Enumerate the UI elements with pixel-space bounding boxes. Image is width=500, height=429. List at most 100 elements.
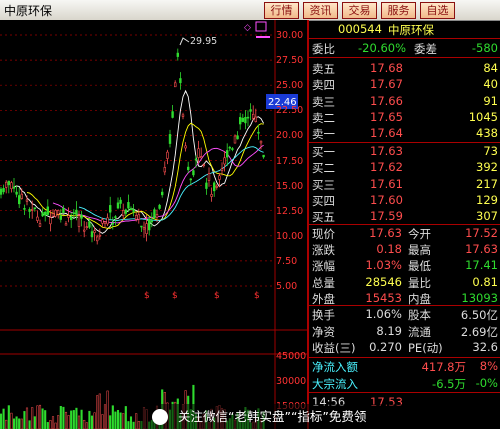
buy-level-label: 买二	[312, 161, 335, 176]
volume-bar	[15, 416, 18, 429]
buy-level-label: 买四	[312, 193, 335, 208]
candle-body	[189, 178, 192, 181]
buy-row: 买五 17.59 307	[310, 208, 500, 224]
sell-price: 17.66	[370, 93, 403, 108]
sell-volume: 1045	[468, 109, 498, 124]
candle-body	[98, 234, 102, 237]
stat-label: 最低	[408, 259, 431, 274]
tab-hangqing[interactable]: 行情	[264, 2, 299, 19]
fin-label: PE(动)	[408, 341, 443, 355]
ex-right-marker: $	[172, 291, 178, 301]
kline-chart[interactable]: $ $ $ $ 29.95 22.46 ◇	[0, 20, 307, 429]
weibi-label: 委比	[312, 42, 335, 56]
tab-fuwu[interactable]: 服务	[381, 2, 416, 19]
divider	[309, 38, 500, 39]
sell-volume: 84	[483, 61, 498, 75]
candle-body	[111, 222, 115, 225]
volume-bar	[101, 414, 104, 429]
volume-bar	[77, 415, 81, 429]
sell-price: 17.68	[370, 61, 403, 75]
candle-body	[109, 205, 112, 213]
weibi-value: -20.60%	[358, 41, 406, 55]
tab-zixuan[interactable]: 自选	[420, 2, 455, 19]
stat-label: 总量	[312, 275, 335, 290]
price-tick: 15.00	[276, 180, 304, 192]
volume-bar	[2, 408, 5, 429]
candle-body	[116, 202, 120, 209]
sell-price: 17.67	[370, 77, 403, 92]
candle-body	[207, 173, 211, 181]
volume-bar	[129, 416, 133, 429]
fin-value: 8.19	[376, 323, 402, 338]
tab-jiaoyi[interactable]: 交易	[342, 2, 377, 19]
stock-code: 000544	[338, 22, 382, 36]
volume-bar	[122, 413, 125, 429]
candle-body	[231, 148, 234, 150]
candle-body	[220, 168, 224, 171]
candle-body	[67, 215, 70, 218]
candle-body	[25, 199, 29, 202]
buy-volume: 217	[476, 176, 498, 191]
fin-row: 换手 1.06% 股本 6.50亿	[310, 306, 500, 322]
wechat-logo-icon	[152, 409, 168, 425]
volume-tick: 30000	[276, 376, 307, 387]
candle-body	[62, 208, 65, 214]
sell-price: 17.65	[370, 109, 403, 124]
candle-body	[72, 212, 76, 215]
candle-body	[132, 209, 135, 212]
candle-body	[192, 170, 195, 176]
candle-body	[70, 216, 73, 221]
flow-pct: -0%	[475, 375, 498, 390]
watermark-text: 关注微信“老韩实盘”“指标”免费领	[178, 409, 367, 424]
ex-right-marker: $	[254, 291, 260, 301]
sell-row: 卖五 17.68 84	[310, 60, 500, 76]
candle-body	[80, 214, 83, 219]
price-tick: 10.00	[276, 230, 304, 242]
volume-bar	[80, 409, 83, 429]
volume-bar	[44, 410, 47, 429]
candle-body	[187, 166, 190, 171]
candle-body	[119, 199, 122, 204]
candle-body	[5, 181, 8, 188]
fin-value: 32.6	[472, 340, 498, 354]
buy-price: 17.59	[370, 209, 403, 224]
volume-bar	[106, 390, 109, 429]
sell-row: 卖四 17.67 40	[310, 76, 500, 92]
stat-value: 0.18	[376, 242, 402, 257]
sell-level-label: 卖五	[312, 62, 335, 76]
candle-body	[254, 116, 257, 122]
price-tick: 12.50	[276, 205, 304, 217]
indicator-switch[interactable]	[256, 36, 270, 38]
sell-volume: 40	[483, 77, 498, 92]
fin-label: 净资	[312, 324, 335, 339]
candle-body	[93, 230, 96, 233]
buy-row: 买一 17.63 73	[310, 143, 500, 159]
sell-level-label: 卖三	[312, 94, 335, 109]
volume-bar	[12, 418, 16, 429]
sell-row: 卖一 17.64 438	[310, 125, 500, 141]
candle-body	[135, 215, 138, 220]
flow-pct: 8%	[479, 359, 498, 373]
volume-bar	[0, 413, 3, 429]
fin-row: 净资 8.19 流通 2.69亿	[310, 323, 500, 339]
candle-body	[12, 186, 16, 189]
price-tick: 27.50	[276, 55, 304, 67]
buy-volume: 307	[476, 209, 498, 224]
candle-body	[239, 117, 242, 125]
weicha-label: 委差	[414, 42, 437, 56]
buy-price: 17.60	[370, 192, 403, 207]
candle-body	[223, 157, 226, 165]
window-title: 中原环保	[4, 4, 53, 18]
candle-body	[218, 175, 221, 180]
price-tick: 5.00	[276, 281, 298, 292]
diamond-icon[interactable]: ◇	[244, 23, 251, 33]
candle-body	[2, 188, 5, 193]
weibi-row: 委比 -20.60% 委差 -580	[310, 40, 500, 56]
tab-zixun[interactable]: 资讯	[303, 2, 338, 19]
volume-bar	[72, 410, 75, 429]
volume-bar	[38, 404, 42, 429]
fin-label: 换手	[312, 308, 335, 322]
high-label: 29.95	[190, 36, 217, 47]
volume-bar	[7, 405, 10, 429]
candle-body	[30, 209, 34, 211]
